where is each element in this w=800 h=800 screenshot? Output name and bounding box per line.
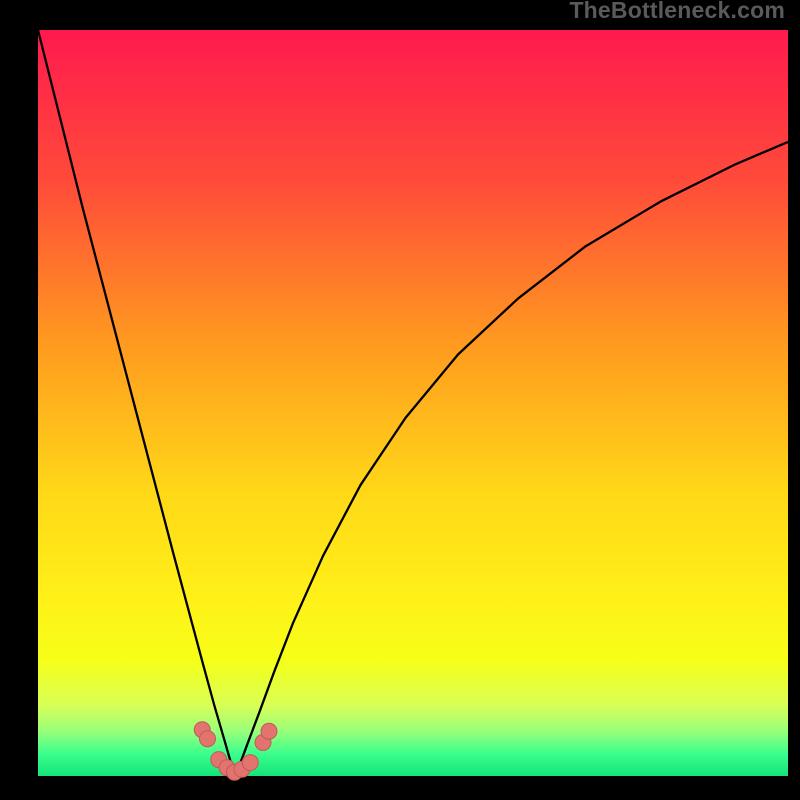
chart-frame: TheBottleneck.com [0,0,800,800]
chart-canvas [0,0,800,800]
watermark-text: TheBottleneck.com [569,0,785,24]
curve-marker [261,723,277,739]
plot-background [38,30,788,776]
curve-marker [242,755,258,771]
curve-marker [200,731,216,747]
